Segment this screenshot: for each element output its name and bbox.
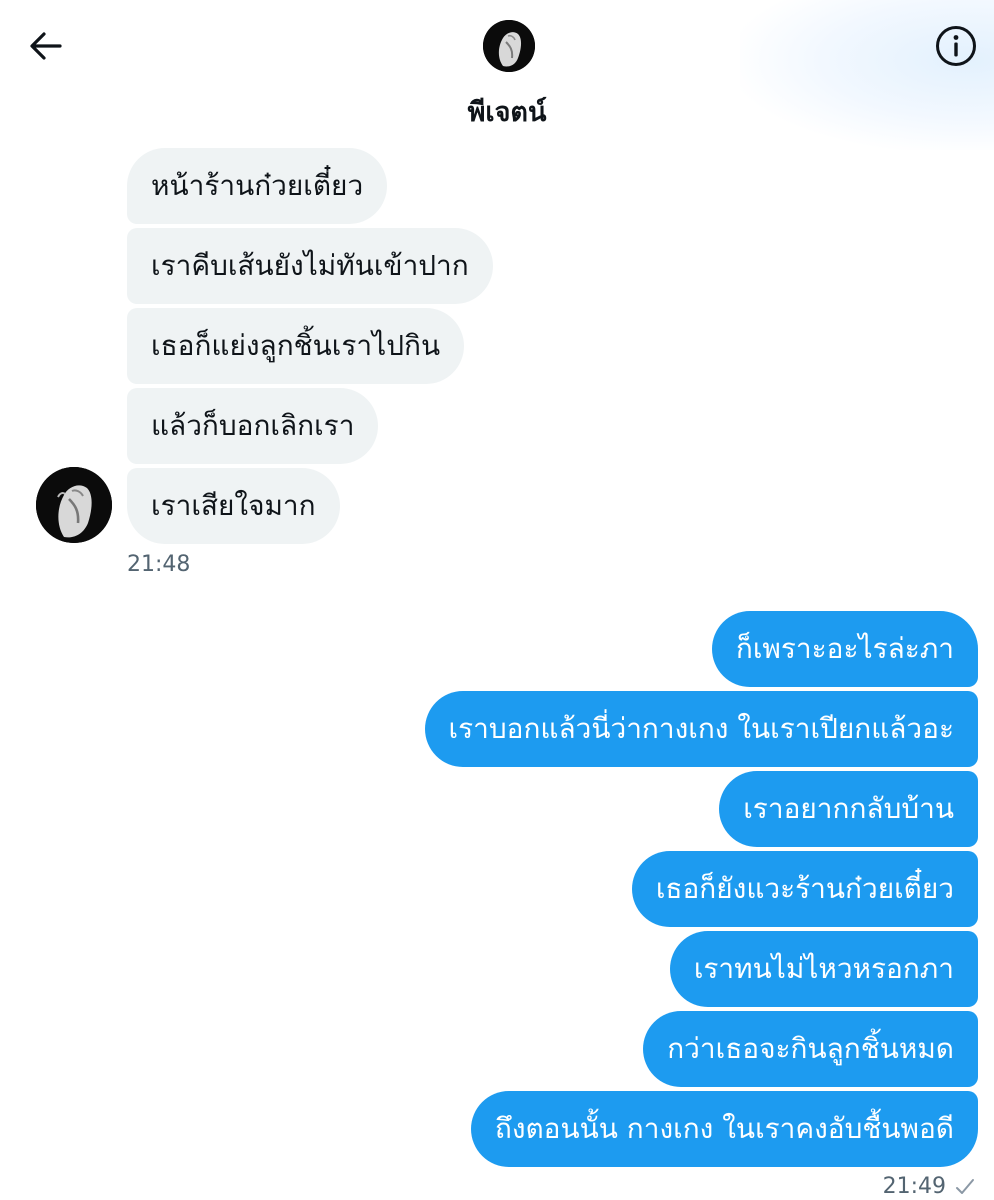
incoming-message[interactable]: เราคีบเส้นยังไม่ทันเข้าปาก — [127, 228, 493, 304]
outgoing-message[interactable]: เธอก็ยังแวะร้านก๋วยเตี๋ยว — [631, 851, 978, 927]
outgoing-message[interactable]: เราอยากกลับบ้าน — [719, 771, 978, 847]
outgoing-message[interactable]: ก็เพราะอะไรล่ะภา — [711, 611, 978, 687]
avatar-image — [36, 467, 112, 543]
contact-avatar[interactable] — [483, 20, 535, 72]
info-circle-icon — [936, 26, 976, 66]
conversation-header: พีเจตน์ — [0, 0, 994, 140]
back-button[interactable] — [24, 24, 68, 68]
outgoing-message[interactable]: เราบอกแล้วนี่ว่ากางเกง ในเราเปียกแล้วอะ — [424, 691, 978, 767]
conversation-info-button[interactable] — [932, 22, 980, 70]
outgoing-message[interactable]: เราทนไม่ไหวหรอกภา — [669, 931, 978, 1007]
incoming-message[interactable]: หน้าร้านก๋วยเตี๋ยว — [127, 148, 388, 224]
checkmark-icon — [956, 1179, 974, 1194]
message-timestamp: 21:49 — [882, 1174, 946, 1199]
avatar-image — [483, 20, 535, 72]
arrow-left-icon — [30, 32, 62, 60]
outgoing-message[interactable]: กว่าเธอจะกินลูกชิ้นหมด — [643, 1011, 978, 1087]
sender-avatar[interactable] — [36, 467, 112, 543]
message-timestamp: 21:48 — [127, 552, 191, 577]
outgoing-message[interactable]: ถึงตอนนั้น กางเกง ในเราคงอับชื้นพอดี — [470, 1091, 978, 1167]
contact-name[interactable]: พีเจตน์ — [0, 90, 994, 133]
incoming-message[interactable]: เราเสียใจมาก — [127, 468, 340, 544]
incoming-message[interactable]: เธอก็แย่งลูกชิ้นเราไปกิน — [127, 308, 465, 384]
incoming-message[interactable]: แล้วก็บอกเลิกเรา — [127, 388, 379, 464]
